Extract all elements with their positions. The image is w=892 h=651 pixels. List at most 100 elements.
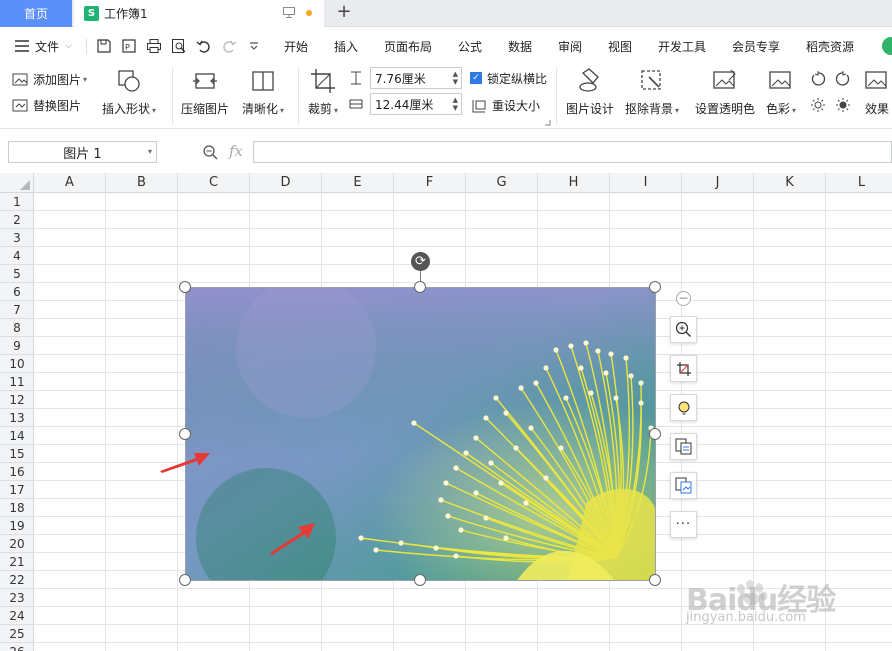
height-input[interactable]: 7.76厘米 ▲ ▼ bbox=[370, 67, 462, 89]
row-header[interactable]: 14 bbox=[0, 427, 34, 445]
zoom-icon[interactable] bbox=[202, 144, 218, 160]
crop-picture-button[interactable] bbox=[670, 355, 697, 382]
replace-picture-button[interactable]: 替换图片 bbox=[12, 97, 81, 114]
row-header[interactable]: 3 bbox=[0, 229, 34, 247]
column-header[interactable]: G bbox=[466, 173, 538, 193]
dialog-launcher-icon[interactable] bbox=[544, 119, 551, 126]
resize-handle-bottom-left[interactable] bbox=[179, 574, 191, 586]
more-options-button[interactable]: ··· bbox=[670, 511, 697, 538]
color-button[interactable]: 色彩 ▾ bbox=[766, 67, 796, 117]
monitor-icon[interactable] bbox=[283, 7, 295, 18]
row-header[interactable]: 22 bbox=[0, 571, 34, 589]
menu-page-layout[interactable]: 页面布局 bbox=[384, 31, 432, 61]
row-header[interactable]: 20 bbox=[0, 535, 34, 553]
row-header[interactable]: 11 bbox=[0, 373, 34, 391]
tab-home[interactable]: 首页 bbox=[0, 0, 72, 27]
row-header[interactable]: 1 bbox=[0, 193, 34, 211]
compress-picture-button[interactable]: 压缩图片 bbox=[181, 67, 229, 117]
row-header[interactable]: 21 bbox=[0, 553, 34, 571]
column-header[interactable]: H bbox=[538, 173, 610, 193]
row-header[interactable]: 17 bbox=[0, 481, 34, 499]
menu-start[interactable]: 开始 bbox=[284, 31, 308, 61]
new-tab-button[interactable]: + bbox=[334, 3, 354, 23]
brightness-icon[interactable] bbox=[810, 97, 826, 113]
row-header[interactable]: 24 bbox=[0, 607, 34, 625]
menu-view[interactable]: 视图 bbox=[608, 31, 632, 61]
menu-formula[interactable]: 公式 bbox=[458, 31, 482, 61]
contrast-icon[interactable] bbox=[835, 97, 851, 113]
row-header[interactable]: 7 bbox=[0, 301, 34, 319]
resize-handle-right[interactable] bbox=[649, 428, 661, 440]
row-header[interactable]: 8 bbox=[0, 319, 34, 337]
export-pdf-icon[interactable]: P bbox=[121, 38, 137, 54]
undo-icon[interactable] bbox=[196, 38, 212, 54]
row-header[interactable]: 13 bbox=[0, 409, 34, 427]
width-spinner-icon[interactable]: ▲ ▼ bbox=[453, 96, 458, 112]
set-transparent-button[interactable]: 设置透明色 bbox=[695, 67, 755, 117]
save-icon[interactable] bbox=[96, 38, 112, 54]
resize-handle-left[interactable] bbox=[179, 428, 191, 440]
row-header[interactable]: 16 bbox=[0, 463, 34, 481]
crop-button[interactable]: 裁剪 ▾ bbox=[308, 67, 338, 117]
column-header[interactable]: L bbox=[826, 173, 892, 193]
resize-handle-top-right[interactable] bbox=[649, 281, 661, 293]
name-box[interactable]: 图片 1 ▾ bbox=[8, 141, 157, 163]
column-header[interactable]: A bbox=[34, 173, 106, 193]
column-header[interactable]: F bbox=[394, 173, 466, 193]
print-preview-icon[interactable] bbox=[171, 38, 187, 54]
row-header[interactable]: 25 bbox=[0, 625, 34, 643]
sharpen-button[interactable]: 清晰化 ▾ bbox=[242, 67, 284, 117]
reset-size-button[interactable]: 重设大小 bbox=[471, 97, 540, 114]
rotate-handle-icon[interactable]: ⟳ bbox=[411, 252, 430, 271]
column-header[interactable]: I bbox=[610, 173, 682, 193]
selected-flower-picture[interactable] bbox=[185, 287, 656, 581]
resize-handle-bottom[interactable] bbox=[414, 574, 426, 586]
menu-insert[interactable]: 插入 bbox=[334, 31, 358, 61]
insert-shape-button[interactable]: 插入形状 ▾ bbox=[102, 67, 156, 117]
formula-input[interactable] bbox=[253, 141, 892, 163]
effects-button[interactable]: 效果 bbox=[863, 67, 891, 117]
rotate-right-icon[interactable] bbox=[835, 71, 851, 87]
row-header[interactable]: 23 bbox=[0, 589, 34, 607]
height-spinner-icon[interactable]: ▲ ▼ bbox=[453, 70, 458, 86]
menu-docer[interactable]: 稻壳资源 bbox=[806, 31, 854, 61]
column-header[interactable]: J bbox=[682, 173, 754, 193]
column-header[interactable]: C bbox=[178, 173, 250, 193]
row-header[interactable]: 15 bbox=[0, 445, 34, 463]
chevron-down-icon[interactable]: ▾ bbox=[148, 147, 152, 156]
add-picture-button[interactable]: 添加图片 ▾ bbox=[12, 71, 87, 88]
member-avatar-icon[interactable] bbox=[882, 37, 892, 55]
column-header[interactable]: D bbox=[250, 173, 322, 193]
resize-handle-bottom-right[interactable] bbox=[649, 574, 661, 586]
menu-member[interactable]: 会员专享 bbox=[732, 31, 780, 61]
print-icon[interactable] bbox=[146, 38, 162, 54]
resize-handle-top[interactable] bbox=[414, 281, 426, 293]
column-header[interactable]: K bbox=[754, 173, 826, 193]
row-header[interactable]: 5 bbox=[0, 265, 34, 283]
fx-icon[interactable]: fx bbox=[229, 142, 243, 160]
resize-handle-top-left[interactable] bbox=[179, 281, 191, 293]
smart-suggest-button[interactable] bbox=[670, 394, 697, 421]
remove-background-button[interactable]: 抠除背景 ▾ bbox=[625, 67, 679, 117]
file-menu[interactable]: 文件 ⌵ bbox=[14, 31, 72, 61]
menu-developer[interactable]: 开发工具 bbox=[658, 31, 706, 61]
select-all-corner[interactable] bbox=[0, 173, 34, 193]
row-header[interactable]: 18 bbox=[0, 499, 34, 517]
row-header[interactable]: 19 bbox=[0, 517, 34, 535]
row-header[interactable]: 12 bbox=[0, 391, 34, 409]
column-header[interactable]: E bbox=[322, 173, 394, 193]
redo-icon[interactable] bbox=[221, 38, 237, 54]
picture-to-text-button[interactable] bbox=[670, 433, 697, 460]
row-header[interactable]: 26 bbox=[0, 643, 34, 651]
column-header[interactable]: B bbox=[106, 173, 178, 193]
row-header[interactable]: 4 bbox=[0, 247, 34, 265]
picture-convert-button[interactable] bbox=[670, 472, 697, 499]
picture-design-button[interactable]: 图片设计 bbox=[566, 67, 614, 117]
collapse-toolbar-button[interactable]: − bbox=[676, 291, 691, 306]
rotate-left-icon[interactable] bbox=[810, 71, 826, 87]
row-header[interactable]: 6 bbox=[0, 283, 34, 301]
lock-ratio-checkbox[interactable]: ✓ bbox=[470, 72, 482, 84]
menu-review[interactable]: 审阅 bbox=[558, 31, 582, 61]
zoom-picture-button[interactable] bbox=[670, 316, 697, 343]
quick-access-more-icon[interactable] bbox=[248, 38, 260, 54]
